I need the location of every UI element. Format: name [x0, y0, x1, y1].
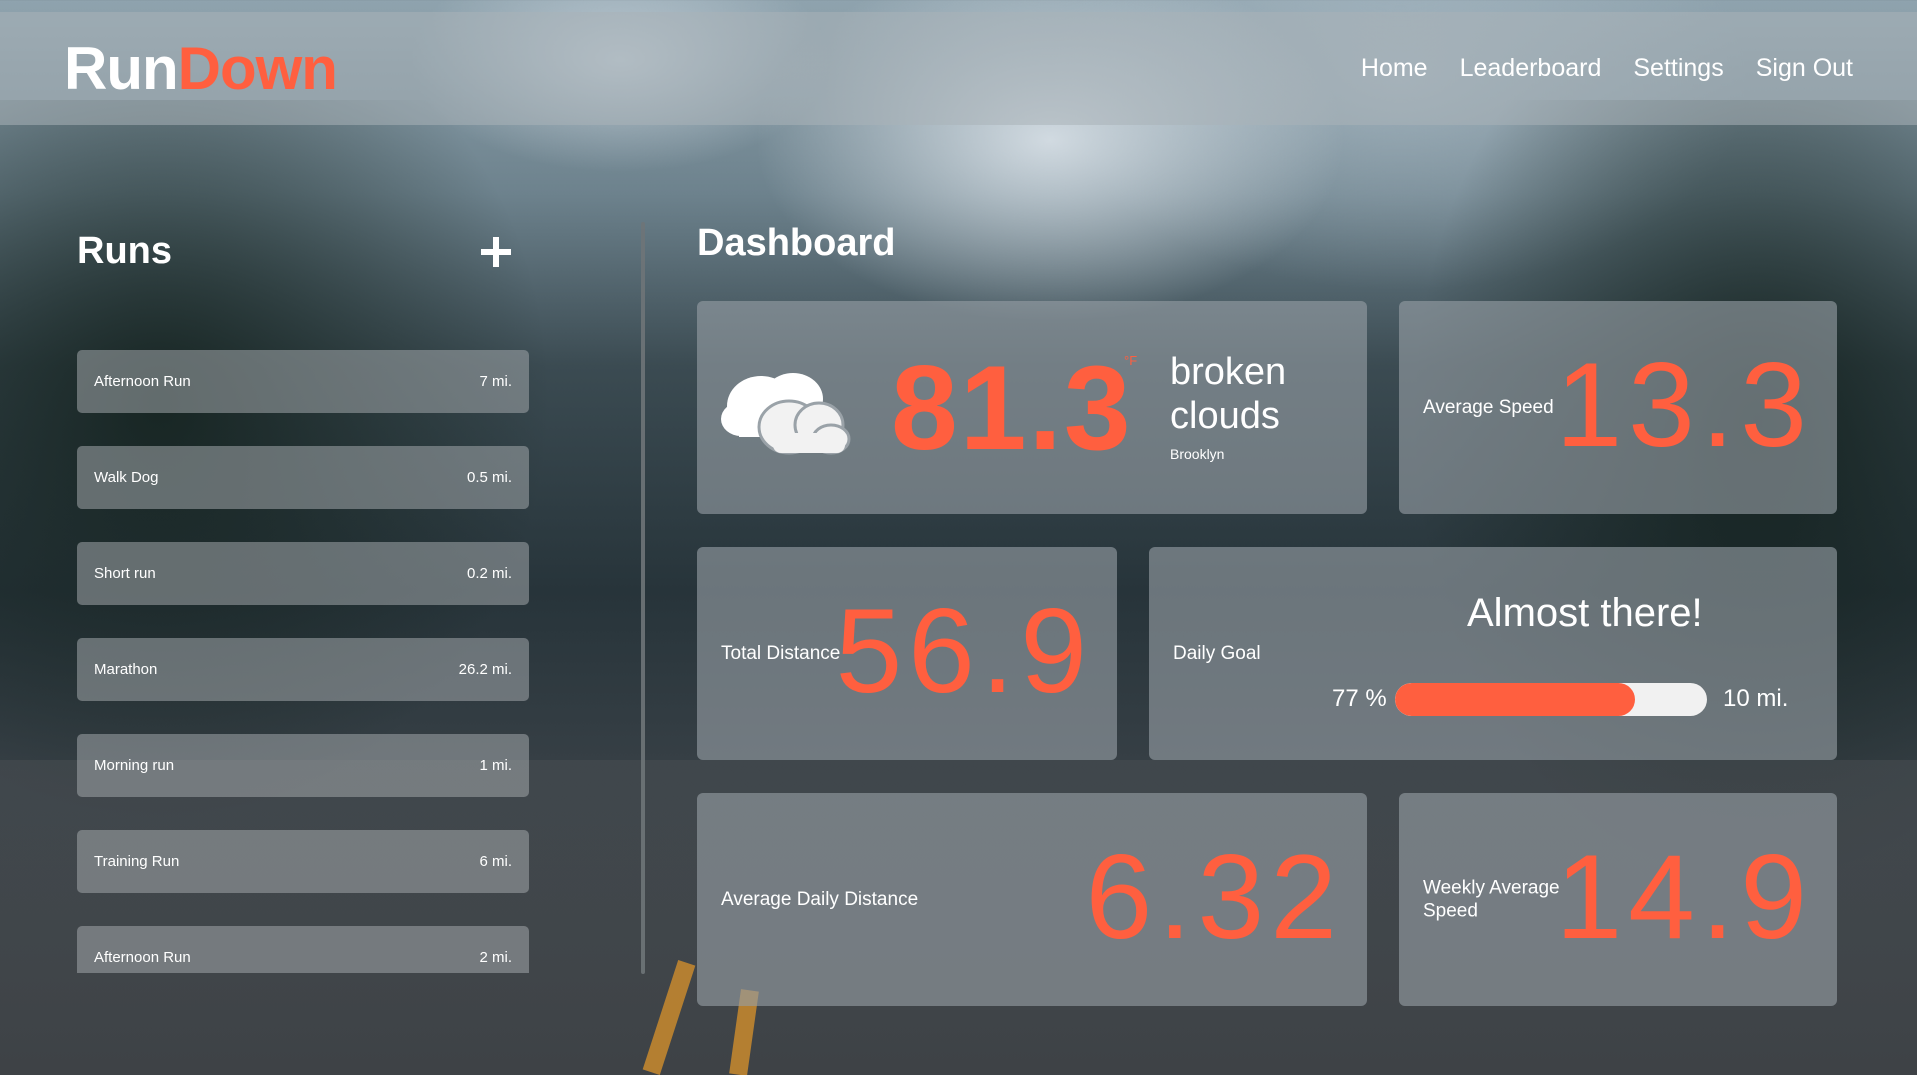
- nav-settings[interactable]: Settings: [1633, 54, 1723, 83]
- top-navbar: RunDown Home Leaderboard Settings Sign O…: [0, 12, 1917, 125]
- nav-home[interactable]: Home: [1361, 54, 1428, 83]
- run-distance: 2 mi.: [479, 949, 512, 966]
- weekly-average-speed-card: Weekly Average Speed 14.9: [1399, 793, 1837, 1006]
- weekly-average-speed-value: 14.9: [1555, 829, 1813, 964]
- app-logo[interactable]: RunDown: [64, 34, 338, 103]
- nav-links: Home Leaderboard Settings Sign Out: [1361, 54, 1853, 83]
- average-daily-distance-card: Average Daily Distance 6.32: [697, 793, 1367, 1006]
- run-name: Afternoon Run: [94, 949, 191, 966]
- runs-title: Runs: [77, 229, 172, 272]
- add-run-button[interactable]: [481, 228, 511, 274]
- run-item[interactable]: Walk Dog 0.5 mi.: [77, 446, 529, 509]
- run-distance: 0.5 mi.: [466, 469, 512, 486]
- run-name: Short run: [94, 565, 156, 582]
- daily-goal-progress-bar: [1395, 683, 1707, 716]
- daily-goal-progress-fill: [1395, 683, 1636, 716]
- temperature-value: 81.3: [891, 341, 1133, 475]
- run-item[interactable]: Afternoon Run 2 mi.: [77, 926, 529, 973]
- runs-header: Runs: [77, 228, 517, 274]
- total-distance-label: Total Distance: [721, 642, 841, 664]
- run-distance: 26.2 mi.: [458, 661, 512, 678]
- run-item[interactable]: Short run 0.2 mi.: [77, 542, 529, 605]
- average-daily-distance-value: 6.32: [1085, 829, 1343, 964]
- run-name: Walk Dog: [94, 469, 159, 486]
- nav-leaderboard[interactable]: Leaderboard: [1460, 54, 1602, 83]
- average-speed-label: Average Speed: [1423, 396, 1554, 418]
- average-speed-card: Average Speed 13.3: [1399, 301, 1837, 514]
- daily-goal-card: Daily Goal Almost there! 77 % 10 mi.: [1149, 547, 1837, 760]
- run-distance: 6 mi.: [479, 853, 512, 870]
- weather-city: Brooklyn: [1170, 446, 1225, 462]
- average-speed-value: 13.3: [1555, 337, 1813, 472]
- cloud-icon: [721, 373, 851, 455]
- daily-goal-percent: 77 %: [1332, 685, 1387, 712]
- run-name: Morning run: [94, 757, 175, 774]
- dashboard-title: Dashboard: [697, 222, 896, 264]
- total-distance-card: Total Distance 56.9: [697, 547, 1117, 760]
- run-item[interactable]: Morning run 1 mi.: [77, 734, 529, 797]
- runs-list[interactable]: Afternoon Run 7 mi. Walk Dog 0.5 mi. Sho…: [77, 350, 529, 973]
- logo-down: Down: [177, 35, 338, 102]
- run-name: Afternoon Run: [94, 373, 191, 390]
- daily-goal-heading: Almost there!: [1467, 591, 1703, 635]
- average-daily-distance-label: Average Daily Distance: [721, 888, 919, 910]
- temperature-unit: °F: [1124, 353, 1138, 368]
- daily-goal-target: 10 mi.: [1723, 685, 1789, 712]
- weather-description: broken clouds: [1170, 351, 1287, 437]
- logo-run: Run: [64, 35, 179, 102]
- run-distance: 1 mi.: [479, 757, 512, 774]
- nav-sign-out[interactable]: Sign Out: [1756, 54, 1853, 83]
- total-distance-value: 56.9: [835, 583, 1093, 718]
- run-item[interactable]: Training Run 6 mi.: [77, 830, 529, 893]
- run-name: Marathon: [94, 661, 158, 678]
- weekly-average-speed-label: Weekly Average Speed: [1423, 876, 1560, 922]
- run-distance: 0.2 mi.: [466, 565, 512, 582]
- daily-goal-label: Daily Goal: [1173, 642, 1261, 664]
- sidebar-scrollbar[interactable]: [641, 222, 645, 974]
- run-distance: 7 mi.: [479, 373, 512, 390]
- run-name: Training Run: [94, 853, 180, 870]
- run-item[interactable]: Afternoon Run 7 mi.: [77, 350, 529, 413]
- plus-icon: [481, 237, 511, 267]
- weather-card: 81.3 °F broken clouds Brooklyn: [697, 301, 1367, 514]
- run-item[interactable]: Marathon 26.2 mi.: [77, 638, 529, 701]
